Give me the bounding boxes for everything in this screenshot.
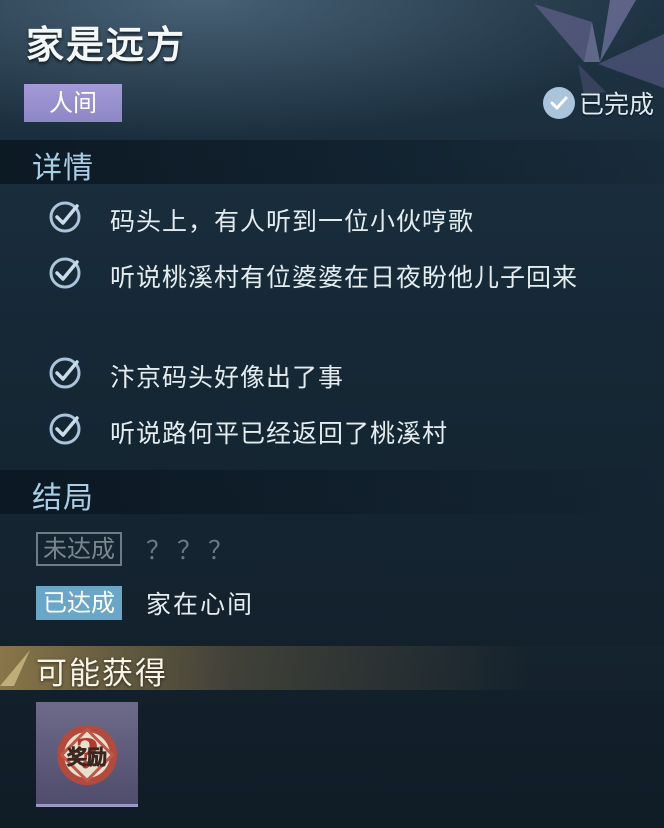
detail-item: 码头上，有人听到一位小伙哼歌 (48, 196, 648, 248)
reward-item-slot[interactable]: ? 奖励 (36, 702, 138, 807)
quest-title: 家是远方 (26, 22, 187, 67)
completed-check-icon (542, 87, 575, 119)
completion-status-label: 已完成 (578, 90, 654, 119)
check-icon (49, 413, 81, 445)
endings-section-header: 结局 (0, 470, 664, 516)
reward-label: 奖励 (67, 745, 107, 769)
detail-item: 汴京码头好像出了事 (48, 352, 648, 404)
category-tag: 人间 (24, 84, 122, 122)
detail-text: 听说路何平已经返回了桃溪村 (110, 419, 449, 448)
detail-item: 听说桃溪村有位婆婆在日夜盼他儿子回来 (48, 252, 648, 304)
details-section-header: 详情 (0, 140, 664, 186)
check-icon (49, 257, 81, 289)
ending-locked-tag: 未达成 (36, 532, 122, 566)
butterfly-emblem-icon (534, 0, 664, 95)
ending-achieved-tag: 已达成 (36, 586, 122, 620)
endings-title: 结局 (32, 481, 94, 516)
sparkle-icon (0, 650, 30, 686)
detail-text: 码头上，有人听到一位小伙哼歌 (110, 207, 475, 236)
ending-row-locked: 未达成 ？？？ (36, 532, 239, 566)
ending-locked-text: ？？？ (146, 536, 240, 565)
check-icon (49, 357, 81, 389)
detail-item: 听说路何平已经返回了桃溪村 (48, 408, 648, 460)
detail-text: 汴京码头好像出了事 (110, 363, 345, 392)
details-title: 详情 (32, 151, 94, 186)
rewards-title: 可能获得 (36, 656, 168, 692)
mystery-reward-icon: ? 奖励 (57, 725, 117, 785)
detail-text: 听说桃溪村有位婆婆在日夜盼他儿子回来 (110, 263, 579, 292)
check-icon (49, 201, 81, 233)
rewards-section-header: 可能获得 (0, 646, 664, 692)
ending-row-achieved: 已达成 家在心间 (36, 586, 254, 620)
ending-achieved-text: 家在心间 (146, 590, 255, 619)
completion-status: 已完成 (542, 84, 654, 122)
